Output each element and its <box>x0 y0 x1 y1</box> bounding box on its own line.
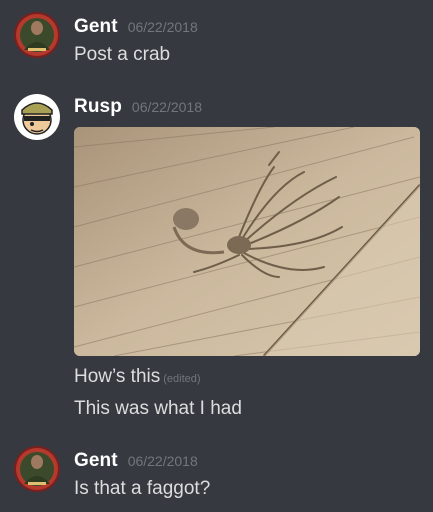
image-attachment[interactable] <box>74 127 420 356</box>
avatar-gent-image <box>14 446 60 492</box>
message-text: Is that a faggot? <box>74 478 211 499</box>
message-text-content: How’s this <box>74 366 161 387</box>
avatar-gent[interactable] <box>14 12 60 58</box>
message-header: Gent 06/22/2018 <box>74 16 198 38</box>
avatar-rusp[interactable] <box>14 94 60 140</box>
username[interactable]: Gent <box>74 16 118 37</box>
message-text: This was what I had <box>74 398 242 419</box>
message-header: Gent 06/22/2018 <box>74 450 198 472</box>
message-text: How’s this (edited) <box>74 366 201 388</box>
avatar-gent[interactable] <box>14 446 60 492</box>
chat-message-list: Gent 06/22/2018 Post a crab Rusp 06/22/201… <box>0 0 433 512</box>
avatar-rusp-image <box>14 94 60 140</box>
timestamp: 06/22/2018 <box>127 19 198 35</box>
timestamp: 06/22/2018 <box>127 453 198 469</box>
message-text: Post a crab <box>74 44 171 65</box>
username[interactable]: Rusp <box>74 96 122 117</box>
timestamp: 06/22/2018 <box>131 99 202 115</box>
username[interactable]: Gent <box>74 450 118 471</box>
edited-label: (edited) <box>163 373 201 385</box>
spider-photo <box>74 127 420 356</box>
message-header: Rusp 06/22/2018 <box>74 96 202 118</box>
avatar-gent-image <box>14 12 60 58</box>
